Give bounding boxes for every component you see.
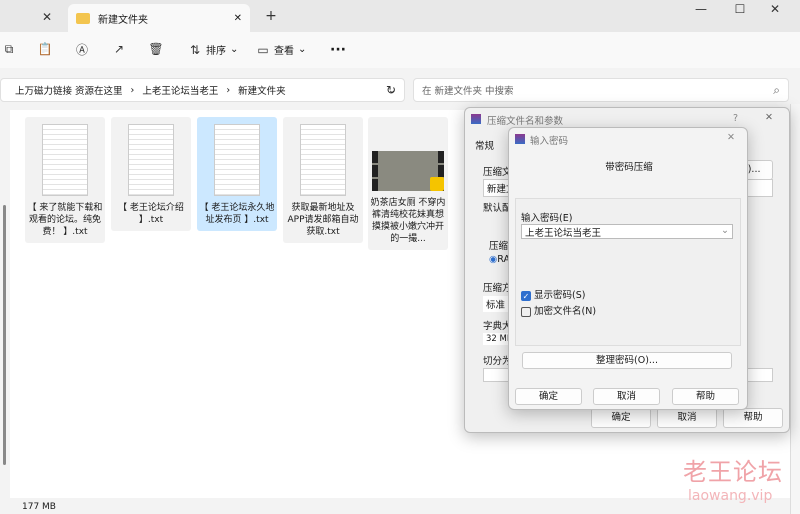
help-button[interactable]: 帮助 <box>723 408 783 428</box>
sort-button[interactable]: ⇅ 排序 ⌄ <box>188 42 239 58</box>
checkbox-icon <box>521 306 531 317</box>
format-label: 压缩 <box>489 241 509 252</box>
password-dialog: 输入密码 ✕ 带密码压缩 输入密码(E) 上老王论坛当老王 ⌄ ✓ 显示密码(S) … <box>508 127 748 410</box>
file-name: 【 老王论坛永久地址发布页 】.txt <box>199 203 275 225</box>
copy-icon[interactable]: ⧉ <box>2 42 16 56</box>
dialog-title: 输入密码 <box>530 136 569 147</box>
file-item[interactable]: 【 来了就能下载和观看的论坛。纯免费！ 】.txt <box>25 117 105 243</box>
file-item[interactable]: 获取最新地址及APP请发邮箱自动获取.txt <box>283 117 363 243</box>
close-window-button[interactable]: ✕ <box>768 2 782 16</box>
player-badge-icon <box>430 177 444 191</box>
more-button[interactable]: ··· <box>330 42 346 58</box>
close-icon[interactable]: ✕ <box>765 112 773 123</box>
file-item[interactable]: 【 老王论坛永久地址发布页 】.txt <box>197 117 277 231</box>
watermark-text: 老王论坛 <box>683 458 783 486</box>
chevron-right-icon: › <box>226 84 231 96</box>
chevron-down-icon[interactable]: ⌄ <box>721 225 732 238</box>
close-tab-icon[interactable]: ✕ <box>40 10 54 24</box>
winrar-icon <box>471 114 481 124</box>
sort-icon: ⇅ <box>189 42 201 57</box>
file-name: 获取最新地址及APP请发邮箱自动获取.txt <box>287 203 359 237</box>
maximize-button[interactable]: ☐ <box>733 2 747 16</box>
sort-label: 排序 <box>206 46 226 57</box>
checkbox-label: 显示密码(S) <box>534 290 586 301</box>
view-label: 查看 <box>274 46 294 57</box>
view-icon: ▭ <box>257 42 269 57</box>
dialog-heading: 带密码压缩 <box>605 162 653 173</box>
tab-new-folder[interactable]: 新建文件夹 ✕ <box>68 4 250 32</box>
chevron-right-icon: › <box>130 84 135 96</box>
password-value: 上老王论坛当老王 <box>525 228 602 239</box>
search-input[interactable]: 在 新建文件夹 中搜索 ⌕ <box>413 78 789 102</box>
scrollbar[interactable] <box>3 205 6 465</box>
text-file-icon <box>214 124 260 196</box>
breadcrumb-item[interactable]: 新建文件夹 <box>238 83 286 97</box>
search-placeholder: 在 新建文件夹 中搜索 <box>422 86 514 97</box>
new-tab-button[interactable]: + <box>264 8 278 24</box>
tab-title: 新建文件夹 <box>98 14 148 26</box>
text-file-icon <box>128 124 174 196</box>
file-name: 奶茶店女厕 不穿内裤清纯校花妹真想摸摸被小嫩穴冲开的一撮... <box>370 198 446 244</box>
checkbox-label: 加密文件名(N) <box>534 306 597 317</box>
breadcrumb[interactable]: 上万磁力链接 资源在这里 › 上老王论坛当老王 › 新建文件夹 ⌄ <box>0 78 405 102</box>
password-label: 输入密码(E) <box>521 213 573 224</box>
dialog-title: 压缩文件名和参数 <box>487 116 564 127</box>
help-icon[interactable]: ? <box>733 113 738 124</box>
show-password-checkbox[interactable]: ✓ 显示密码(S) <box>521 287 585 301</box>
ok-button[interactable]: 确定 <box>591 408 651 428</box>
folder-icon <box>76 12 90 24</box>
right-edge-window <box>790 104 800 514</box>
chevron-down-icon: ⌄ <box>230 44 239 55</box>
organize-passwords-button[interactable]: 整理密码(O)... <box>522 352 732 369</box>
breadcrumb-item[interactable]: 上万磁力链接 资源在这里 <box>15 83 123 97</box>
checkmark-icon: ✓ <box>521 290 531 301</box>
chevron-down-icon: ⌄ <box>298 44 307 55</box>
cancel-button[interactable]: 取消 <box>657 408 717 428</box>
view-button[interactable]: ▭ 查看 ⌄ <box>256 42 307 58</box>
text-file-icon <box>300 124 346 196</box>
refresh-icon[interactable]: ↻ <box>384 83 398 97</box>
encrypt-names-checkbox[interactable]: 加密文件名(N) <box>521 303 596 317</box>
tab-general[interactable]: 常规 <box>475 138 494 152</box>
method-select[interactable]: 标准 <box>483 296 509 312</box>
delete-icon[interactable]: 🗑 <box>148 42 163 56</box>
rename-icon[interactable]: Ⓐ <box>75 42 89 57</box>
format-radio[interactable]: ◉RA <box>489 254 510 265</box>
text-file-icon <box>42 124 88 196</box>
video-thumbnail-icon <box>372 151 444 191</box>
file-name: 【 老王论坛介绍 】.txt <box>118 203 184 225</box>
close-icon[interactable]: ✕ <box>727 132 735 143</box>
cancel-button[interactable]: 取消 <box>593 388 660 405</box>
winrar-icon <box>515 134 525 144</box>
file-item[interactable]: 【 老王论坛介绍 】.txt <box>111 117 191 231</box>
breadcrumb-item[interactable]: 上老王论坛当老王 <box>142 83 218 97</box>
minimize-button[interactable]: — <box>694 2 708 16</box>
status-size: 177 MB <box>22 502 56 512</box>
help-button[interactable]: 帮助 <box>672 388 739 405</box>
search-icon: ⌕ <box>773 82 780 97</box>
watermark-url: laowang.vip <box>688 488 773 504</box>
ok-button[interactable]: 确定 <box>515 388 582 405</box>
close-tab-icon[interactable]: ✕ <box>234 13 242 24</box>
paste-icon[interactable]: 📋 <box>38 42 53 56</box>
file-name: 【 来了就能下载和观看的论坛。纯免费！ 】.txt <box>27 203 103 237</box>
share-icon[interactable]: ↗ <box>112 42 126 56</box>
file-item[interactable]: 奶茶店女厕 不穿内裤清纯校花妹真想摸摸被小嫩穴冲开的一撮... <box>368 117 448 250</box>
password-input[interactable]: 上老王论坛当老王 ⌄ <box>521 224 733 239</box>
